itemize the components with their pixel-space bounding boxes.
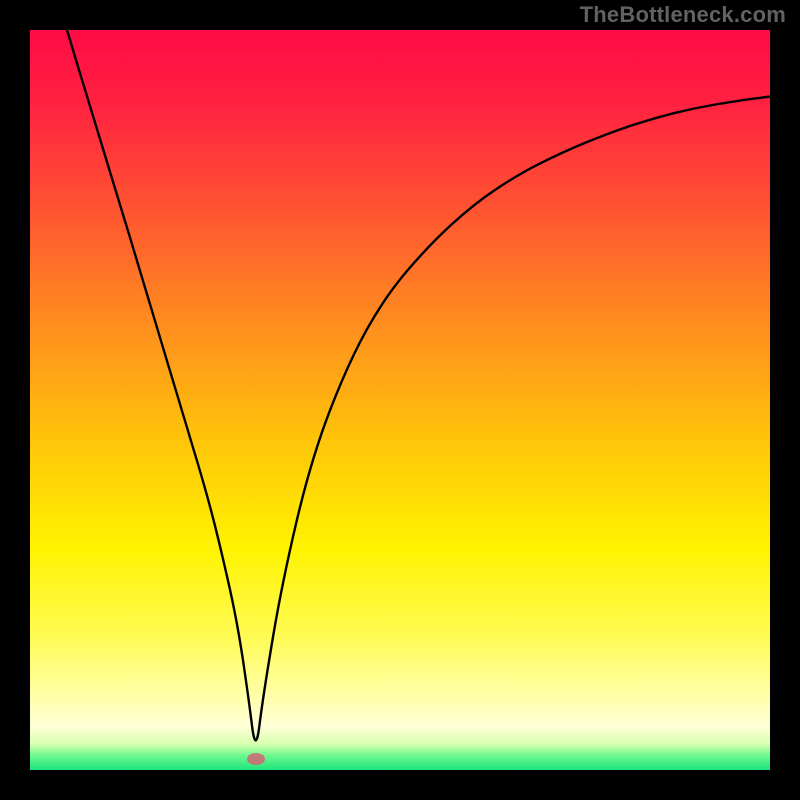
minimum-marker [247, 753, 265, 765]
bottleneck-curve [30, 30, 770, 770]
chart-frame: TheBottleneck.com [0, 0, 800, 800]
plot-area [30, 30, 770, 770]
watermark-text: TheBottleneck.com [580, 2, 786, 28]
